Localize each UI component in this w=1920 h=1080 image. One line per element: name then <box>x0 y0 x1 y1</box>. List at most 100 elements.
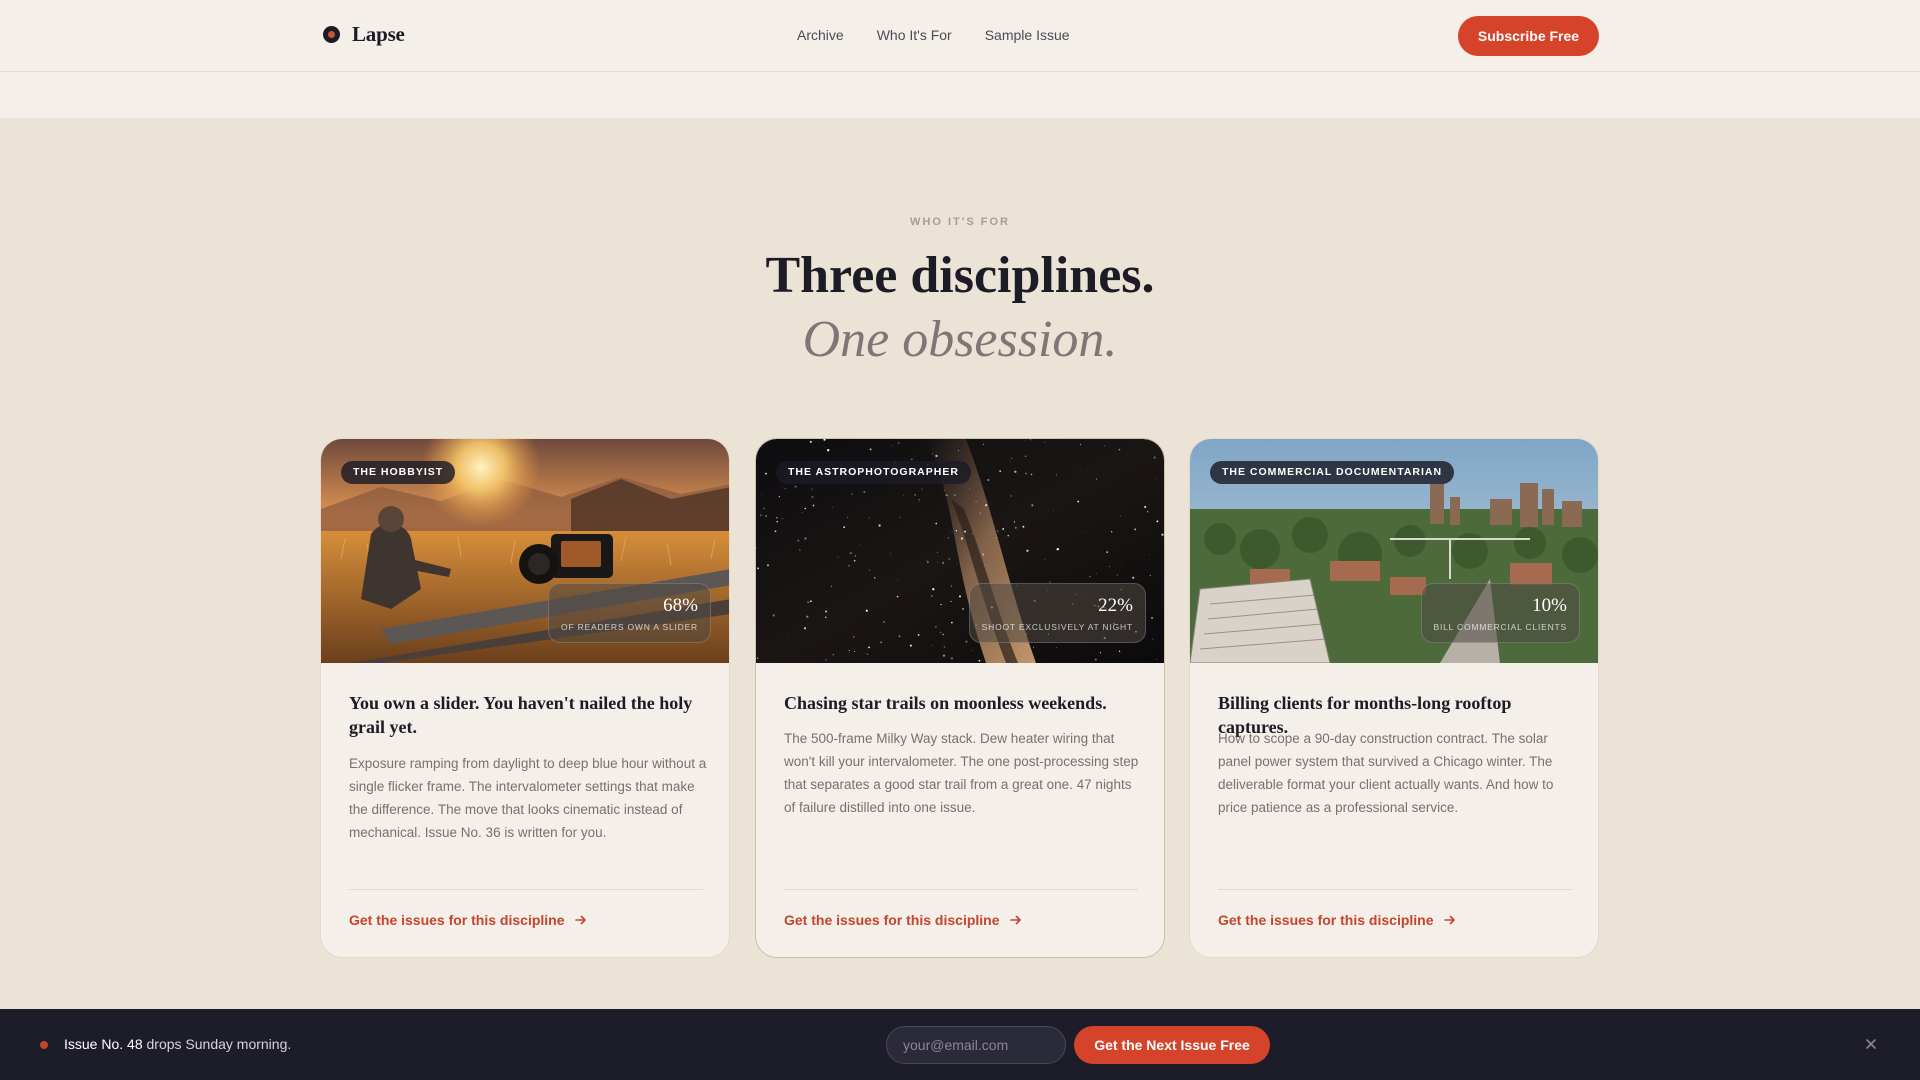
star <box>950 600 952 602</box>
nav-link-who-its-for[interactable]: Who It's For <box>877 27 952 43</box>
arrow-right-icon <box>1009 915 1021 925</box>
star <box>883 621 885 623</box>
star <box>797 539 800 542</box>
card-body: Exposure ramping from daylight to deep b… <box>349 756 707 840</box>
close-icon[interactable] <box>1862 1035 1880 1053</box>
card-link-hobbyist[interactable]: Get the issues for this discipline <box>349 912 587 928</box>
star <box>1033 646 1034 648</box>
star <box>865 652 866 654</box>
star <box>1009 460 1011 462</box>
email-input[interactable] <box>886 1026 1066 1064</box>
star <box>965 640 968 643</box>
star <box>776 520 778 523</box>
star <box>1019 649 1021 650</box>
star <box>853 636 855 638</box>
star <box>757 567 760 570</box>
star <box>942 654 946 657</box>
star <box>1056 474 1057 476</box>
star <box>1095 478 1098 480</box>
nav-link-archive[interactable]: Archive <box>797 27 844 43</box>
star <box>868 646 870 649</box>
stat-badge: 22% SHOOT EXCLUSIVELY AT NIGHT <box>968 583 1146 643</box>
star <box>756 657 759 660</box>
star <box>851 493 853 495</box>
star <box>776 517 778 519</box>
star <box>787 636 788 637</box>
arrow-right-icon <box>574 915 586 925</box>
star <box>1119 515 1121 517</box>
star <box>863 491 866 493</box>
card-astrophotographer: THE ASTROPHOTOGRAPHER 22% SHOOT EXCLUSIV… <box>755 438 1165 958</box>
star <box>932 588 935 591</box>
card-link-commercial[interactable]: Get the issues for this discipline <box>1218 912 1456 928</box>
star <box>1024 455 1027 457</box>
card-link-label: Get the issues for this discipline <box>1218 912 1434 928</box>
star <box>866 653 869 655</box>
star <box>997 530 999 532</box>
star <box>972 532 973 534</box>
card-hobbyist: THE HOBBYIST 68% OF READERS OWN A SLIDER… <box>320 438 730 958</box>
star <box>794 485 797 488</box>
star <box>987 478 990 482</box>
star <box>781 518 783 520</box>
star <box>1002 528 1005 530</box>
star <box>1146 511 1149 513</box>
star <box>937 552 939 553</box>
star <box>1005 524 1007 526</box>
star <box>772 614 775 617</box>
star <box>824 616 827 619</box>
star <box>1056 548 1060 551</box>
star <box>1031 504 1034 507</box>
star <box>778 495 781 498</box>
star <box>931 453 933 455</box>
brand[interactable]: Lapse <box>323 22 405 47</box>
nav-link-sample-issue[interactable]: Sample Issue <box>985 27 1070 43</box>
star <box>804 537 807 540</box>
star <box>1009 470 1011 472</box>
star <box>1096 573 1097 574</box>
star <box>917 633 920 636</box>
star <box>1108 566 1111 568</box>
star <box>1079 469 1081 471</box>
star <box>1104 445 1105 447</box>
star <box>940 603 942 606</box>
star <box>972 649 973 651</box>
star <box>950 585 953 587</box>
star <box>848 649 850 652</box>
star <box>1044 441 1046 443</box>
star <box>898 635 901 638</box>
star <box>809 440 812 443</box>
star <box>799 549 801 551</box>
star <box>763 507 765 510</box>
stat-value: 10% <box>1532 595 1567 616</box>
star <box>950 657 954 660</box>
star <box>921 488 923 490</box>
star <box>957 450 960 452</box>
star <box>891 444 892 446</box>
star <box>1079 443 1082 446</box>
subscribe-button[interactable]: Subscribe Free <box>1458 16 1599 56</box>
star <box>853 559 856 562</box>
star <box>824 447 826 448</box>
star <box>956 564 958 565</box>
star <box>898 442 900 444</box>
star <box>1144 505 1147 509</box>
star <box>914 494 916 496</box>
star <box>935 454 938 458</box>
get-next-issue-button[interactable]: Get the Next Issue Free <box>1074 1026 1270 1064</box>
star <box>811 488 813 490</box>
stat-value: 22% <box>1098 595 1133 616</box>
star <box>983 565 985 567</box>
star <box>810 600 812 603</box>
card-title: Chasing star trails on moonless weekends… <box>784 693 1107 713</box>
star <box>1013 521 1016 523</box>
star <box>869 448 872 451</box>
star <box>1161 533 1164 536</box>
star <box>1153 456 1156 459</box>
card-image-astrophotographer: THE ASTROPHOTOGRAPHER 22% SHOOT EXCLUSIV… <box>756 439 1164 663</box>
card-link-astrophotographer[interactable]: Get the issues for this discipline <box>784 912 1022 928</box>
star <box>765 515 767 517</box>
star <box>1152 638 1154 640</box>
star <box>1157 439 1158 441</box>
star <box>854 555 857 557</box>
